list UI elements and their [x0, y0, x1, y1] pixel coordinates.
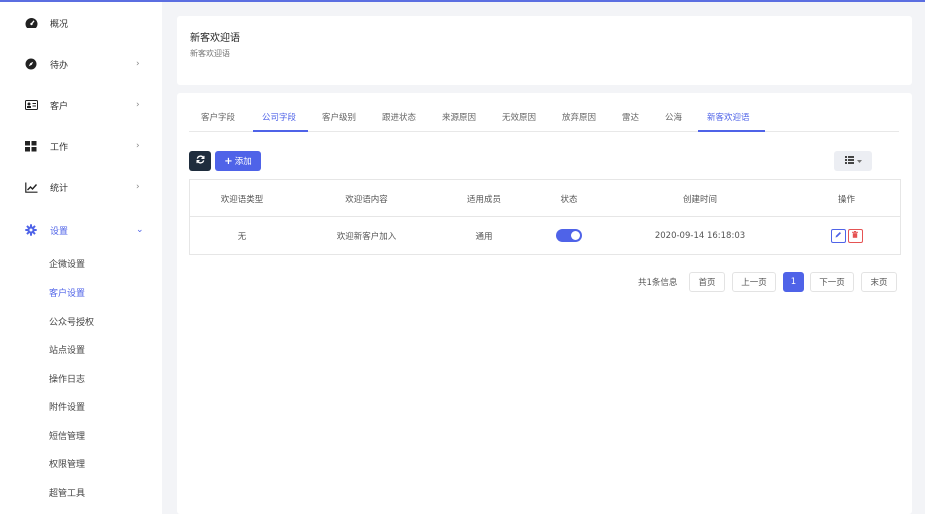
grid-icon: [24, 139, 38, 153]
tab-follow-status[interactable]: 跟进状态: [382, 111, 416, 123]
cell-type: 无: [237, 231, 247, 242]
cell-actions: [791, 217, 902, 254]
main-content-card: 客户字段 公司字段 客户级别 跟进状态 来源原因 无效原因 放弃原因 雷达 公海…: [177, 93, 912, 514]
compass-icon: [24, 57, 38, 71]
tab-abandon-reasons[interactable]: 放弃原因: [562, 111, 596, 123]
sidebar-subitem-customer-settings[interactable]: 客户设置: [49, 286, 85, 299]
trash-icon: [852, 230, 858, 241]
chevron-right-icon: ›: [136, 100, 140, 110]
sidebar-subitem-site-settings[interactable]: 站点设置: [49, 343, 85, 356]
dashboard-icon: [24, 16, 38, 30]
column-header-actions: 操作: [837, 194, 855, 205]
refresh-button[interactable]: [189, 151, 211, 171]
sidebar-subitem-permission-management[interactable]: 权限管理: [49, 457, 85, 470]
pagination-first-button[interactable]: 首页: [689, 272, 725, 292]
chevron-right-icon: ›: [136, 59, 140, 69]
cell-status: [529, 217, 609, 254]
status-toggle[interactable]: [556, 229, 582, 242]
sidebar-item-label: 统计: [50, 183, 69, 194]
page-header-card: 新客欢迎语 新客欢迎语: [177, 16, 912, 85]
sidebar-item-todo[interactable]: 待办 ›: [0, 53, 162, 75]
sidebar-item-customers[interactable]: 客户 ›: [0, 94, 162, 116]
sidebar-subitem-super-admin-tools[interactable]: 超管工具: [49, 486, 85, 499]
refresh-icon: [195, 155, 205, 167]
pencil-icon: [835, 231, 842, 241]
sidebar-item-settings[interactable]: 设置 ⌄: [0, 219, 162, 241]
caret-down-icon: [856, 156, 862, 166]
sidebar-item-label: 工作: [50, 142, 69, 153]
tab-customer-fields[interactable]: 客户字段: [201, 111, 235, 123]
column-header-members: 适用成员: [466, 194, 501, 205]
list-icon: [844, 155, 854, 167]
pagination-next-button[interactable]: 下一页: [810, 272, 854, 292]
tab-invalid-reasons[interactable]: 无效原因: [502, 111, 536, 123]
column-header-content: 欢迎语内容: [345, 194, 388, 205]
sidebar-item-work[interactable]: 工作 ›: [0, 135, 162, 157]
sidebar-subitem-sms-management[interactable]: 短信管理: [49, 429, 85, 442]
sidebar-subitem-attachment-settings[interactable]: 附件设置: [49, 400, 85, 413]
tab-company-fields[interactable]: 公司字段: [262, 111, 296, 123]
gear-icon: [24, 223, 38, 237]
sidebar-subitem-wecom-settings[interactable]: 企微设置: [49, 257, 85, 270]
page-subtitle: 新客欢迎语: [190, 49, 230, 58]
edit-button[interactable]: [830, 228, 846, 243]
cell-members: 通用: [475, 231, 493, 242]
tab-new-customer-welcome[interactable]: 新客欢迎语: [707, 111, 750, 123]
sidebar-subitem-official-account-auth[interactable]: 公众号授权: [49, 315, 94, 328]
sidebar-item-overview[interactable]: 概况: [0, 12, 162, 34]
chevron-down-icon: ⌄: [136, 225, 144, 235]
pagination-last-button[interactable]: 末页: [861, 272, 897, 292]
welcome-message-table: 欢迎语类型 欢迎语内容 适用成员 状态 创建时间 操作 无 欢迎新客户加入 通用…: [189, 179, 901, 255]
cell-content: 欢迎新客户加入: [336, 231, 397, 242]
plus-icon: +: [224, 155, 233, 167]
column-toggle-button[interactable]: [834, 151, 872, 171]
tab-underline: [253, 130, 308, 132]
id-card-icon: [24, 98, 38, 112]
sidebar-item-label: 概况: [50, 19, 69, 30]
chevron-right-icon: ›: [136, 182, 140, 192]
table-header-row: 欢迎语类型 欢迎语内容 适用成员 状态 创建时间 操作: [190, 180, 900, 217]
pagination-page-1[interactable]: 1: [783, 272, 804, 292]
pagination-prev-button[interactable]: 上一页: [732, 272, 776, 292]
sidebar-item-label: 待办: [50, 60, 69, 71]
sidebar-item-statistics[interactable]: 统计 ›: [0, 176, 162, 198]
sidebar-subitem-operation-log[interactable]: 操作日志: [49, 372, 85, 385]
column-header-type: 欢迎语类型: [220, 194, 264, 205]
page-title: 新客欢迎语: [190, 33, 240, 44]
column-header-status: 状态: [560, 194, 578, 205]
chevron-right-icon: ›: [136, 141, 140, 151]
add-button[interactable]: + 添加: [215, 151, 261, 171]
pagination-info: 共1条信息: [638, 278, 678, 288]
table-row: 无 欢迎新客户加入 通用 2020-09-14 16:18:03: [190, 217, 900, 254]
settings-tabs: 客户字段 公司字段 客户级别 跟进状态 来源原因 无效原因 放弃原因 雷达 公海…: [189, 103, 899, 132]
tab-radar[interactable]: 雷达: [622, 111, 639, 123]
tab-source-reasons[interactable]: 来源原因: [442, 111, 476, 123]
delete-button[interactable]: [847, 228, 863, 243]
add-button-label: 添加: [234, 157, 252, 167]
cell-created: 2020-09-14 16:18:03: [654, 230, 746, 241]
sidebar-item-label: 客户: [50, 101, 69, 112]
tab-customer-levels[interactable]: 客户级别: [322, 111, 356, 123]
sidebar: 概况 待办 › 客户 › 工作 › 统计 › 设置 ⌄ 企微设置 客户设置 公众…: [0, 2, 162, 514]
column-header-created: 创建时间: [682, 194, 717, 205]
tab-underline: [698, 130, 765, 132]
sidebar-item-label: 设置: [50, 226, 69, 237]
line-chart-icon: [24, 180, 38, 194]
tab-public-pool[interactable]: 公海: [665, 111, 682, 123]
